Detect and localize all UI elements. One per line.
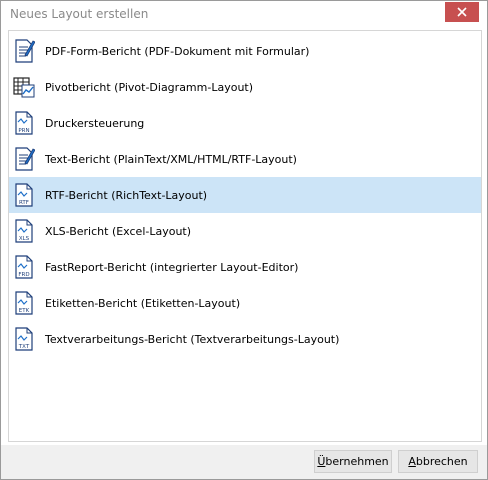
list-item-label: FastReport-Bericht (integrierter Layout-…	[45, 260, 299, 274]
ok-button[interactable]: Übernehmen	[314, 450, 392, 473]
list-item-xls-bericht[interactable]: XLS XLS-Bericht (Excel-Layout)	[9, 213, 481, 249]
list-item-label: Pivotbericht (Pivot-Diagramm-Layout)	[45, 80, 254, 94]
xls-file-icon: XLS	[15, 219, 33, 243]
pivot-table-icon	[13, 77, 35, 98]
cancel-label: bbrechen	[415, 455, 468, 468]
list-item-pivot[interactable]: Pivotbericht (Pivot-Diagramm-Layout)	[9, 69, 481, 105]
dialog-window: Neues Layout erstellen PDF-Form-Bericht …	[0, 0, 488, 480]
list-item-label: Druckersteuerung	[45, 116, 145, 130]
list-item-label: Text-Bericht (PlainText/XML/HTML/RTF-Lay…	[45, 152, 297, 166]
txt-file-icon: TXT	[15, 327, 33, 351]
svg-text:XLS: XLS	[19, 236, 30, 242]
list-item-label: Etiketten-Bericht (Etiketten-Layout)	[45, 296, 241, 310]
list-item-label: RTF-Bericht (RichText-Layout)	[45, 188, 208, 202]
ok-label: bernehmen	[325, 455, 389, 468]
text-doc-icon	[15, 147, 35, 171]
svg-text:ETK: ETK	[19, 308, 30, 314]
svg-text:FRD: FRD	[18, 272, 29, 278]
window-title: Neues Layout erstellen	[10, 7, 149, 21]
svg-text:PRN: PRN	[18, 128, 29, 134]
list-item-textverarbeitung[interactable]: TXT Textverarbeitungs-Bericht (Textverar…	[9, 321, 481, 357]
cancel-button[interactable]: Abbrechen	[398, 450, 478, 473]
list-item-label: XLS-Bericht (Excel-Layout)	[45, 224, 192, 238]
list-item-druckersteuerung[interactable]: PRN Druckersteuerung	[9, 105, 481, 141]
title-bar[interactable]: Neues Layout erstellen	[1, 1, 487, 30]
svg-text:TXT: TXT	[18, 344, 30, 350]
list-item-fastreport[interactable]: FRD FastReport-Bericht (integrierter Lay…	[9, 249, 481, 285]
list-item-text-bericht[interactable]: Text-Bericht (PlainText/XML/HTML/RTF-Lay…	[9, 141, 481, 177]
button-bar: Übernehmen Abbrechen	[1, 445, 487, 479]
list-item-label: PDF-Form-Bericht (PDF-Dokument mit Formu…	[45, 44, 310, 58]
layout-type-list[interactable]: PDF-Form-Bericht (PDF-Dokument mit Formu…	[8, 30, 482, 442]
ok-accelerator: Ü	[317, 455, 326, 468]
etk-file-icon: ETK	[15, 291, 33, 315]
list-item-etiketten[interactable]: ETK Etiketten-Bericht (Etiketten-Layout)	[9, 285, 481, 321]
cancel-accelerator: A	[408, 455, 416, 468]
prn-file-icon: PRN	[15, 111, 33, 135]
close-icon	[457, 7, 467, 17]
frd-file-icon: FRD	[15, 255, 33, 279]
list-item-rtf-bericht[interactable]: RTF RTF-Bericht (RichText-Layout)	[9, 177, 481, 213]
rtf-file-icon: RTF	[15, 183, 33, 207]
form-doc-icon	[15, 39, 35, 63]
close-button[interactable]	[445, 2, 479, 22]
list-item-pdf-form[interactable]: PDF-Form-Bericht (PDF-Dokument mit Formu…	[9, 33, 481, 69]
list-item-label: Textverarbeitungs-Bericht (Textverarbeit…	[45, 332, 340, 346]
svg-text:RTF: RTF	[19, 200, 29, 206]
